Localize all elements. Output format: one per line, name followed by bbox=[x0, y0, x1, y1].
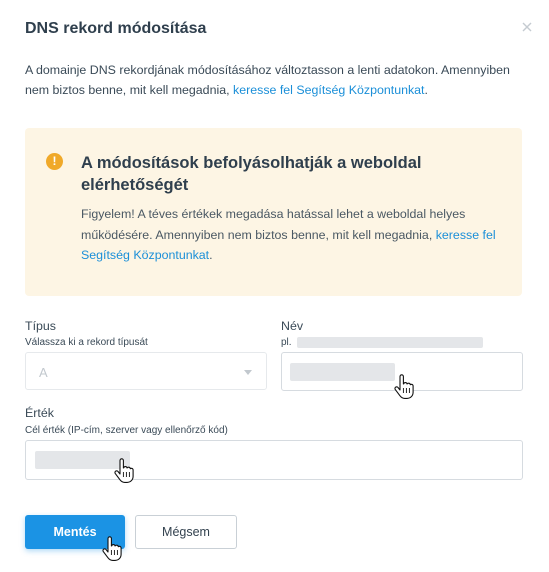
intro-end: . bbox=[424, 83, 428, 97]
close-icon[interactable] bbox=[520, 20, 534, 34]
warning-end: . bbox=[209, 248, 213, 262]
chevron-down-icon bbox=[244, 370, 252, 375]
intro-paragraph: A domainje DNS rekordjának módosításához… bbox=[25, 60, 525, 100]
warning-title: A módosítások befolyásolhatják a webolda… bbox=[81, 154, 422, 194]
type-select-value: A bbox=[39, 365, 48, 380]
dns-edit-dialog: DNS rekord módosítása A domainje DNS rek… bbox=[0, 0, 549, 572]
name-hint-prefix: pl. bbox=[281, 337, 292, 349]
hand-cursor-icon bbox=[102, 536, 122, 561]
value-hint: Cél érték (IP-cím, szerver vagy ellenőrz… bbox=[25, 425, 228, 436]
type-label: Típus bbox=[25, 319, 56, 333]
hand-cursor-icon bbox=[394, 374, 414, 399]
dialog-title: DNS rekord módosítása bbox=[25, 20, 207, 37]
warning-box: ! A módosítások befolyásolhatják a webol… bbox=[25, 128, 522, 296]
type-select[interactable]: A bbox=[25, 352, 267, 390]
warning-body: Figyelem! A téves értékek megadása hatás… bbox=[81, 207, 466, 242]
redacted-name-value bbox=[290, 363, 395, 381]
cancel-button[interactable]: Mégsem bbox=[135, 515, 237, 549]
warning-text: Figyelem! A téves értékek megadása hatás… bbox=[81, 204, 501, 266]
hand-cursor-icon bbox=[114, 458, 134, 483]
exclamation-icon: ! bbox=[46, 153, 63, 170]
value-input[interactable] bbox=[25, 440, 523, 480]
type-hint: Válassza ki a rekord típusát bbox=[25, 337, 148, 348]
help-center-link[interactable]: keresse fel Segítség Központunkat bbox=[233, 83, 425, 97]
name-hint: pl. bbox=[281, 337, 484, 349]
value-label: Érték bbox=[25, 406, 54, 420]
redacted-example bbox=[297, 337, 484, 348]
name-label: Név bbox=[281, 319, 304, 333]
